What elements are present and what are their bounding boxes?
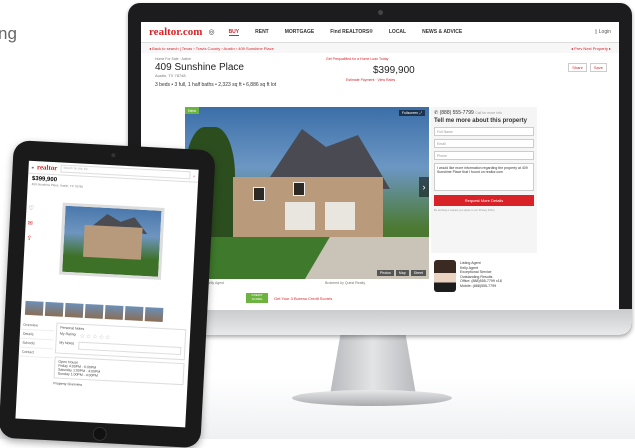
nav-buy[interactable]: BUY (228, 29, 240, 36)
home-button[interactable] (92, 426, 108, 442)
thumbnail[interactable] (64, 302, 84, 318)
new-badge: New (185, 107, 200, 114)
personal-notes-section: Personal Notes My Rating ☆☆☆☆☆ My Notes (54, 322, 187, 361)
prequal-link[interactable]: Get Prequalified for a Home Loan Today (326, 57, 388, 61)
full-name-field[interactable]: Full Name (434, 127, 534, 136)
phone-number: (888) 555-7799 (439, 110, 474, 116)
monitor-stand-base (292, 390, 452, 406)
prev-next-links[interactable]: ◂ Prev Next Property ▸ (571, 46, 611, 51)
credit-score-badge: CREDIT SCORE (246, 293, 268, 303)
garage-door-image (325, 202, 355, 230)
breadcrumb-bar: ◂ Back to search | Texas › Travis County… (141, 43, 619, 53)
open-house-section: Open House Friday 4:00PM - 6:00PM Saturd… (53, 356, 185, 386)
nav-realtors[interactable]: Find REALTORS® (330, 29, 373, 35)
logo-mark-icon: ◎ (208, 29, 215, 36)
tab-map[interactable]: Map (395, 270, 409, 276)
request-details-button[interactable]: Request More Details (434, 195, 534, 206)
brokered-by: Brokered by Quest Realty (325, 281, 366, 285)
photo-caption: Presented by Kelly Agent Brokered by Que… (185, 281, 429, 285)
tablet-thumbnails (24, 300, 164, 323)
fullscreen-button[interactable]: Fullscreen ⤢ (399, 110, 425, 116)
agent-avatar (434, 260, 456, 292)
phone-note: Call for more info (475, 111, 502, 115)
tablet-property-photo[interactable] (59, 202, 165, 280)
property-price: $399,900 (373, 65, 415, 76)
property-photo[interactable]: New Fullscreen ⤢ › 1 / 34 Photos Map Str… (185, 107, 429, 279)
site-logo[interactable]: realtor.com (149, 26, 202, 38)
phone-field[interactable]: Phone (434, 151, 534, 160)
share-save-group: Share Save (568, 63, 607, 72)
tab-photos[interactable]: Photos (376, 270, 394, 276)
thumbnail[interactable] (124, 306, 144, 321)
window-image (253, 187, 265, 201)
tablet-logo[interactable]: realtor (37, 163, 58, 172)
thumbnail[interactable] (24, 300, 44, 316)
login-link[interactable]: ▯ Login (595, 29, 611, 35)
save-button[interactable]: Save (589, 63, 607, 72)
camera-icon (378, 10, 383, 15)
heart-icon[interactable]: ♡ (28, 205, 34, 212)
nav-news[interactable]: NEWS & ADVICE (422, 29, 462, 35)
message-textarea[interactable]: I would like more information regarding … (434, 163, 534, 191)
thumbnail[interactable] (104, 305, 124, 320)
my-rating-label: My Rating (59, 331, 76, 337)
credit-banner[interactable]: CREDIT SCORE Get Your 3 Bureau Credit Sc… (246, 293, 332, 303)
mail-icon[interactable]: ✉ (27, 220, 33, 227)
share-icon[interactable]: ⇪ (27, 235, 33, 242)
monitor-stand (330, 335, 416, 395)
thumbnail[interactable] (44, 301, 64, 317)
tablet-camera-icon (111, 153, 116, 158)
cropped-heading: ng (0, 24, 17, 43)
menu-icon[interactable]: ≡ (31, 164, 34, 169)
fullscreen-label: Fullscreen (402, 111, 419, 115)
thumbnail[interactable] (144, 307, 164, 323)
next-photo-chevron-icon[interactable]: › (419, 177, 429, 197)
form-heading: Tell me more about this property (434, 118, 527, 124)
phone-icon: ✆ (434, 110, 439, 116)
nav-rent[interactable]: RENT (255, 29, 269, 35)
tablet-screen: ≡ realtor Search by city, zip ⌕ $399,900… (15, 160, 199, 428)
agent-info: Listing Agent Kelly Agent Exceptional Se… (460, 257, 502, 295)
nav-local[interactable]: LOCAL (389, 29, 406, 35)
expand-icon: ⤢ (419, 111, 422, 115)
photo-tabs: Photos Map Street (376, 270, 426, 276)
share-button[interactable]: Share (568, 63, 587, 72)
property-facts: 3 beds • 3 full, 1 half baths • 2,323 sq… (155, 82, 277, 88)
agent-card: Listing Agent Kelly Agent Exceptional Se… (431, 257, 537, 295)
thumbnail[interactable] (84, 303, 104, 319)
breadcrumb[interactable]: ◂ Back to search | Texas › Travis County… (149, 46, 274, 51)
star-rating-icon[interactable]: ☆☆☆☆☆ (79, 333, 111, 342)
garage-door-image (285, 202, 315, 230)
login-label: Login (598, 29, 611, 35)
agent-phone[interactable]: ✆ (888) 555-7799 Call for more info (434, 110, 534, 116)
contact-form: ✆ (888) 555-7799 Call for more info Tell… (431, 107, 537, 253)
tablet-device: ≡ realtor Search by city, zip ⌕ $399,900… (0, 140, 216, 448)
terms-text: By sending a request you agree to our Pr… (434, 209, 495, 212)
tab-street[interactable]: Street (410, 270, 426, 276)
house-image (82, 224, 143, 260)
property-header: Home For Sale · Active 409 Sunshine Plac… (141, 53, 619, 97)
window-image (293, 182, 305, 196)
tablet-action-icons: ♡ ✉ ⇪ (27, 205, 34, 242)
search-icon[interactable]: ⌕ (193, 173, 196, 178)
credit-link[interactable]: Get Your 3 Bureau Credit Scores (274, 296, 332, 301)
price-links[interactable]: Estimate Payment · View Rates (346, 78, 395, 82)
nav-mortgage[interactable]: MORTGAGE (285, 29, 314, 35)
agent-office: Office: (888)555-7799 x18 (460, 279, 502, 283)
tablet-sidebar: Overview Details Schools Contact (18, 320, 55, 359)
my-notes-label: My Notes (59, 340, 75, 346)
tablet-panel: Personal Notes My Rating ☆☆☆☆☆ My Notes O… (53, 322, 187, 392)
site-header: realtor.com ◎ BUY RENT MORTGAGE Find REA… (141, 22, 619, 43)
email-field[interactable]: Email (434, 139, 534, 148)
agent-mobile: Mobile: (888)555-7799 (460, 283, 497, 288)
tablet-sidebar-item[interactable]: Contact (18, 347, 54, 359)
